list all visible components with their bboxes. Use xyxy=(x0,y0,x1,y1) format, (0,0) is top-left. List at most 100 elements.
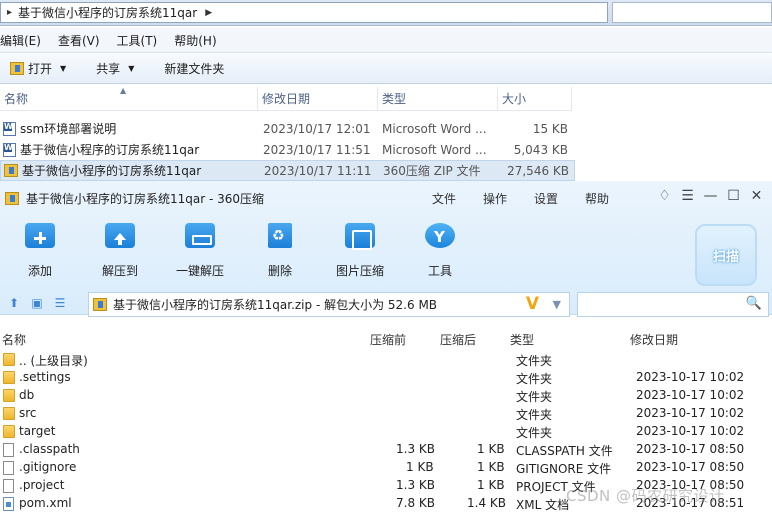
column-date[interactable]: 修改日期 xyxy=(630,331,678,348)
menu-tools[interactable]: 工具(T) xyxy=(117,32,158,49)
table-row[interactable]: pom.xml 7.8 KB 1.4 KB XML 文档 2023-10-17 … xyxy=(0,495,772,513)
explorer-search-input[interactable] xyxy=(612,2,772,23)
row-date: 2023-10-17 08:50 xyxy=(636,442,745,456)
minimize-button[interactable]: — xyxy=(699,188,722,204)
add-button[interactable]: 添加 xyxy=(0,219,80,279)
chevron-down-icon[interactable]: ▼ xyxy=(553,298,561,311)
table-row[interactable]: .settings 文件夹 2023-10-17 10:02 xyxy=(0,369,772,387)
folder-icon xyxy=(3,389,15,402)
row-name: src xyxy=(19,406,37,420)
share-label: 共享 xyxy=(96,62,121,76)
table-row[interactable]: .gitignore 1 KB 1 KB GITIGNORE 文件 2023-1… xyxy=(0,459,772,477)
menu-edit[interactable]: 编辑(E) xyxy=(0,32,41,49)
search-icon[interactable]: 🔍 xyxy=(746,296,762,311)
file-icon xyxy=(3,443,14,457)
share-button[interactable]: 共享 ▼ xyxy=(96,60,134,77)
row-date: 2023-10-17 10:02 xyxy=(636,370,745,384)
menu-help[interactable]: 帮助(H) xyxy=(174,32,216,49)
file-date: 2023/10/17 11:51 xyxy=(263,142,371,157)
row-size-before: 1 KB xyxy=(406,460,434,474)
row-date: 2023-10-17 08:51 xyxy=(636,496,745,510)
table-row[interactable]: target 文件夹 2023-10-17 10:02 xyxy=(0,423,772,441)
window-title: 基于微信小程序的订房系统11qar - 360压缩 xyxy=(26,191,265,206)
column-compressed-after[interactable]: 压缩后 xyxy=(440,331,476,348)
table-row[interactable]: .. (上级目录) 文件夹 xyxy=(0,351,772,369)
column-size[interactable]: 大小 xyxy=(498,87,572,111)
table-row[interactable]: db 文件夹 2023-10-17 10:02 xyxy=(0,387,772,405)
image-icon xyxy=(345,223,375,250)
column-name[interactable]: 名称 ▲ xyxy=(0,86,258,111)
tools-label: 工具 xyxy=(427,264,452,278)
zip-file-list: .. (上级目录) 文件夹 .settings 文件夹 2023-10-17 1… xyxy=(0,351,772,513)
menu-help[interactable]: 帮助 xyxy=(585,190,609,207)
column-type[interactable]: 类型 xyxy=(378,87,498,111)
one-click-extract-label: 一键解压 xyxy=(175,264,224,278)
breadcrumb[interactable]: ▸ 基于微信小程序的订房系统11qar ▶ xyxy=(0,2,608,23)
scan-button[interactable]: 扫描 xyxy=(695,224,757,286)
chevron-down-icon: ▼ xyxy=(60,64,67,73)
tools-button[interactable]: 工具 xyxy=(400,219,480,279)
new-folder-label: 新建文件夹 xyxy=(164,62,225,76)
folder-icon xyxy=(3,353,15,366)
zip-toolbar: 添加 解压到 一键解压 删除 图片压缩 工具 xyxy=(0,219,520,279)
row-type: 文件夹 xyxy=(516,354,553,368)
table-row[interactable]: src 文件夹 2023-10-17 10:02 xyxy=(0,405,772,423)
row-size-after: 1.4 KB xyxy=(467,496,506,510)
row-date: 2023-10-17 08:50 xyxy=(636,460,745,474)
zip-search-input[interactable]: 🔍 xyxy=(577,292,769,317)
image-compress-label: 图片压缩 xyxy=(335,264,384,278)
row-name: .settings xyxy=(19,370,71,384)
close-button[interactable]: ✕ xyxy=(745,188,768,204)
list-item[interactable]: 基于微信小程序的订房系统11qar 2023/10/17 11:51 Micro… xyxy=(0,139,575,160)
explorer-file-list: ssm环境部署说明 2023/10/17 12:01 Microsoft Wor… xyxy=(0,118,575,181)
column-date[interactable]: 修改日期 xyxy=(258,87,378,111)
up-arrow-icon[interactable]: ⬆ xyxy=(5,294,23,312)
list-item[interactable]: ssm环境部署说明 2023/10/17 12:01 Microsoft Wor… xyxy=(0,118,575,139)
v-logo-icon[interactable]: V xyxy=(526,294,539,314)
row-date: 2023-10-17 08:50 xyxy=(636,478,745,492)
list-view-icon[interactable]: ☰ xyxy=(51,294,69,312)
file-date: 2023/10/17 12:01 xyxy=(263,121,371,136)
delete-button[interactable]: 删除 xyxy=(240,219,320,279)
zip-icon xyxy=(93,298,107,311)
extract-icon xyxy=(105,223,135,248)
table-row[interactable]: .project 1.3 KB 1 KB PROJECT 文件 2023-10-… xyxy=(0,477,772,495)
row-type: XML 文档 xyxy=(516,498,570,512)
word-doc-icon xyxy=(3,142,16,157)
row-size-after: 1 KB xyxy=(477,442,505,456)
thumbnail-view-icon[interactable]: ▣ xyxy=(28,294,46,312)
menu-file[interactable]: 文件 xyxy=(432,190,456,207)
menu-view[interactable]: 查看(V) xyxy=(58,32,100,49)
column-type[interactable]: 类型 xyxy=(510,331,534,348)
chevron-down-icon: ▼ xyxy=(128,64,135,73)
menu-settings[interactable]: 设置 xyxy=(534,190,558,207)
zip-icon xyxy=(5,191,19,205)
row-date: 2023-10-17 10:02 xyxy=(636,388,745,402)
row-name: db xyxy=(19,388,35,402)
list-item-selected[interactable]: 基于微信小程序的订房系统11qar 2023/10/17 11:11 360压缩… xyxy=(0,160,575,181)
table-row[interactable]: .classpath 1.3 KB 1 KB CLASSPATH 文件 2023… xyxy=(0,441,772,459)
skin-icon[interactable]: ♢ xyxy=(653,188,676,204)
new-folder-button[interactable]: 新建文件夹 xyxy=(164,60,224,77)
column-compressed-before[interactable]: 压缩前 xyxy=(370,331,406,348)
archive-path: 基于微信小程序的订房系统11qar.zip - 解包大小为 52.6 MB xyxy=(113,298,438,312)
explorer-address-bar: ▸ 基于微信小程序的订房系统11qar ▶ xyxy=(0,0,772,26)
recycle-icon xyxy=(268,223,292,248)
extract-to-button[interactable]: 解压到 xyxy=(80,219,160,279)
folder-icon xyxy=(3,371,15,384)
row-type: CLASSPATH 文件 xyxy=(516,444,613,458)
breadcrumb-folder[interactable]: 基于微信小程序的订房系统11qar xyxy=(18,4,197,21)
open-button[interactable]: 打开 ▼ xyxy=(10,60,66,77)
one-click-extract-button[interactable]: 一键解压 xyxy=(160,219,240,279)
column-name[interactable]: 名称 xyxy=(2,331,26,348)
menu-icon[interactable]: ☰ xyxy=(676,188,699,204)
menu-operation[interactable]: 操作 xyxy=(483,190,507,207)
chevron-right-icon[interactable]: ▶ xyxy=(205,8,212,18)
archive-path-field[interactable]: 基于微信小程序的订房系统11qar.zip - 解包大小为 52.6 MB V … xyxy=(88,292,570,317)
file-size: 5,043 KB xyxy=(513,142,568,157)
row-size-before: 7.8 KB xyxy=(396,496,435,510)
maximize-button[interactable]: ☐ xyxy=(722,188,745,204)
image-compress-button[interactable]: 图片压缩 xyxy=(320,219,400,279)
column-name-label: 名称 xyxy=(4,92,29,106)
row-size-after: 1 KB xyxy=(477,460,505,474)
